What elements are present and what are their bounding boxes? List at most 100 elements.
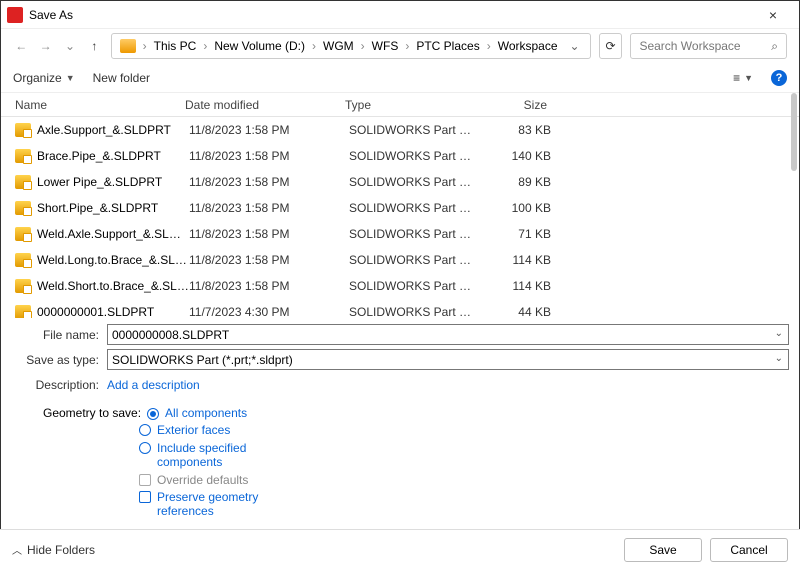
file-date: 11/8/2023 1:58 PM [189,227,349,241]
breadcrumb-item[interactable]: This PC [150,37,201,55]
form-area: File name: ⌄ Save as type: ⌄ Description… [1,318,799,525]
file-row[interactable]: Axle.Support_&.SLDPRT11/8/2023 1:58 PMSO… [1,117,799,143]
breadcrumb-item[interactable]: WGM [319,37,358,55]
file-name: Brace.Pipe_&.SLDPRT [37,149,189,163]
chevron-right-icon: › [202,39,208,53]
chevron-right-icon: › [360,39,366,53]
file-type: SOLIDWORKS Part Docu... [349,305,474,318]
file-name: Lower Pipe_&.SLDPRT [37,175,189,189]
chevron-down-icon[interactable]: ⌄ [775,353,783,364]
file-type: SOLIDWORKS Part Docu... [349,175,474,189]
breadcrumb-item[interactable]: PTC Places [412,37,483,55]
file-type: SOLIDWORKS Part Docu... [349,279,474,293]
footer: ︿ Hide Folders Save Cancel [0,529,800,569]
address-dropdown-icon[interactable]: ⌄ [564,39,586,53]
checkbox-override-defaults[interactable] [139,474,151,486]
option-include-specified[interactable]: Include specified components [157,441,287,470]
hide-folders-button[interactable]: ︿ Hide Folders [12,542,95,557]
forward-button[interactable]: → [37,37,53,55]
filename-input[interactable] [107,324,789,345]
file-size: 44 KB [474,305,551,318]
saveastype-label: Save as type: [11,353,107,367]
option-exterior-faces[interactable]: Exterior faces [157,423,230,437]
refresh-button[interactable]: ⟳ [599,33,623,59]
filename-label: File name: [11,328,107,342]
up-button[interactable]: ↑ [86,37,102,55]
file-date: 11/8/2023 1:58 PM [189,123,349,137]
checkbox-preserve-geometry[interactable] [139,491,151,503]
column-name[interactable]: Name [15,98,185,112]
file-name: Axle.Support_&.SLDPRT [37,123,189,137]
cancel-button[interactable]: Cancel [710,538,788,562]
radio-all-components[interactable] [147,408,159,420]
add-description-link[interactable]: Add a description [107,378,200,392]
toolbar: Organize ▼ New folder ≡ ▼ ? [1,63,799,93]
list-view-icon: ≡ [733,71,740,85]
file-type: SOLIDWORKS Part Docu... [349,149,474,163]
file-date: 11/8/2023 1:58 PM [189,201,349,215]
column-date-modified[interactable]: Date modified [185,98,345,112]
file-row[interactable]: Weld.Axle.Support_&.SLDPRT11/8/2023 1:58… [1,221,799,247]
back-button[interactable]: ← [13,37,29,55]
file-row[interactable]: 0000000001.SLDPRT11/7/2023 4:30 PMSOLIDW… [1,299,799,318]
breadcrumb-item[interactable]: WFS [368,37,403,55]
breadcrumb-item[interactable]: Workspace [494,37,562,55]
address-bar[interactable]: › This PC › New Volume (D:) › WGM › WFS … [111,33,591,59]
file-row[interactable]: Weld.Long.to.Brace_&.SLDPRT11/8/2023 1:5… [1,247,799,273]
part-file-icon [15,175,31,189]
part-file-icon [15,201,31,215]
search-placeholder: Search Workspace [639,39,740,53]
titlebar: Save As × [1,1,799,29]
radio-include-specified[interactable] [139,442,151,454]
save-button[interactable]: Save [624,538,702,562]
geometry-title: Geometry to save: [43,406,141,420]
file-name: Weld.Short.to.Brace_&.SLDPRT [37,279,189,293]
breadcrumb-item[interactable]: New Volume (D:) [210,37,309,55]
option-preserve-geometry[interactable]: Preserve geometry references [157,490,287,519]
file-size: 89 KB [474,175,551,189]
saveastype-select[interactable] [107,349,789,370]
option-all-components[interactable]: All components [165,406,247,420]
file-size: 140 KB [474,149,551,163]
list-header: Name Date modified Type Size [1,93,799,117]
part-file-icon [15,305,31,318]
chevron-down-icon[interactable]: ⌄ [775,328,783,339]
file-list: Name Date modified Type Size Axle.Suppor… [1,93,799,318]
file-type: SOLIDWORKS Part Docu... [349,227,474,241]
file-date: 11/8/2023 1:58 PM [189,253,349,267]
organize-menu[interactable]: Organize ▼ [13,71,75,85]
recent-dropdown-icon[interactable]: ⌄ [62,37,78,55]
scrollbar[interactable] [791,93,797,318]
view-options-button[interactable]: ≡ ▼ [733,71,753,85]
file-row[interactable]: Short.Pipe_&.SLDPRT11/8/2023 1:58 PMSOLI… [1,195,799,221]
search-input[interactable]: Search Workspace ⌕ [630,33,787,59]
file-row[interactable]: Weld.Short.to.Brace_&.SLDPRT11/8/2023 1:… [1,273,799,299]
chevron-down-icon: ▼ [744,73,753,83]
file-size: 114 KB [474,253,551,267]
file-date: 11/7/2023 4:30 PM [189,305,349,318]
search-icon: ⌕ [771,39,778,54]
radio-exterior-faces[interactable] [139,424,151,436]
file-type: SOLIDWORKS Part Docu... [349,123,474,137]
close-button[interactable]: × [753,7,793,23]
chevron-right-icon: › [404,39,410,53]
chevron-right-icon: › [142,39,148,53]
part-file-icon [15,227,31,241]
file-row[interactable]: Lower Pipe_&.SLDPRT11/8/2023 1:58 PMSOLI… [1,169,799,195]
chevron-up-icon: ︿ [12,542,22,557]
help-button[interactable]: ? [771,70,787,86]
file-date: 11/8/2023 1:58 PM [189,149,349,163]
column-size[interactable]: Size [470,98,547,112]
file-name: 0000000001.SLDPRT [37,305,189,318]
new-folder-button[interactable]: New folder [93,71,150,85]
chevron-right-icon: › [486,39,492,53]
file-row[interactable]: Brace.Pipe_&.SLDPRT11/8/2023 1:58 PMSOLI… [1,143,799,169]
description-label: Description: [11,378,107,392]
chevron-right-icon: › [311,39,317,53]
file-size: 114 KB [474,279,551,293]
nav-row: ← → ⌄ ↑ › This PC › New Volume (D:) › WG… [1,29,799,63]
chevron-down-icon: ▼ [66,73,75,83]
column-type[interactable]: Type [345,98,470,112]
scrollbar-thumb[interactable] [791,93,797,171]
app-icon [7,7,23,23]
